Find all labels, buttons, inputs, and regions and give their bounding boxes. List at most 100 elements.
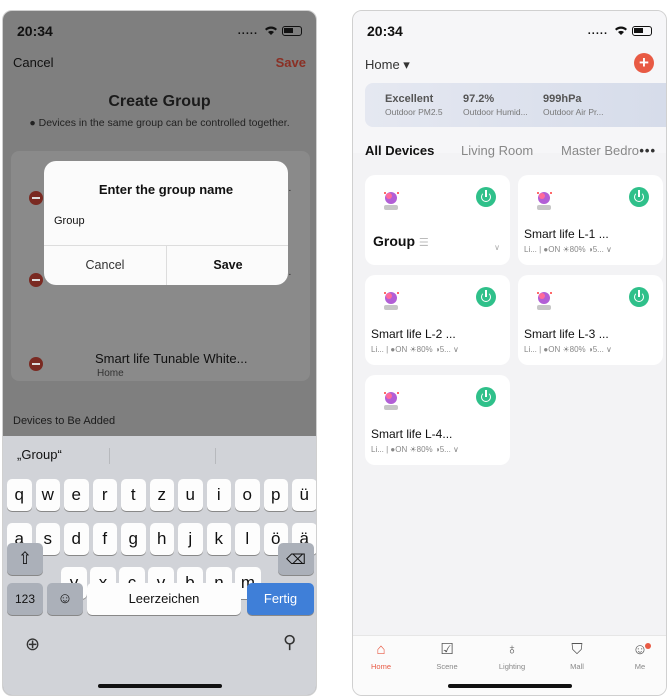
remove-device-button[interactable]	[29, 273, 43, 287]
device-status: Li... | ●ON ☀80% ◑5... ∨	[371, 445, 459, 454]
chevron-down-icon[interactable]: ∨	[494, 243, 500, 252]
info-label: Devices in the same group can be control…	[38, 117, 290, 129]
emoji-key[interactable]: ☺	[47, 583, 83, 615]
status-time: 20:34	[17, 23, 53, 39]
weather-label: Outdoor Air Pr...	[543, 107, 604, 117]
nav-me[interactable]: ☺ Me	[618, 640, 662, 671]
power-button[interactable]	[629, 287, 649, 307]
group-name-dialog: Enter the group name Group Cancel Save	[44, 161, 288, 285]
globe-icon[interactable]: ⊕	[25, 634, 40, 655]
tab-living-room[interactable]: Living Room	[461, 143, 533, 158]
device-name: Smart life L-1 ...	[524, 227, 609, 241]
nav-scene[interactable]: ☑ Scene	[425, 640, 469, 671]
divider	[109, 448, 110, 464]
key-u[interactable]: u	[178, 479, 203, 511]
tab-all-devices[interactable]: All Devices	[365, 143, 434, 158]
key-w[interactable]: w	[35, 479, 60, 511]
nav-label: Me	[634, 662, 646, 671]
bulb-icon	[537, 192, 552, 210]
save-button[interactable]: Save	[276, 55, 306, 79]
device-card[interactable]: Smart life L-3 ... Li... | ●ON ☀80% ◑5..…	[518, 275, 663, 365]
weather-item: 97.2% Outdoor Humid...	[463, 93, 528, 117]
weather-label: Outdoor Humid...	[463, 107, 528, 117]
weather-label: Outdoor PM2.5	[385, 107, 443, 117]
scene-icon: ☑	[440, 641, 454, 658]
weather-bar: Excellent Outdoor PM2.5 97.2% Outdoor Hu…	[365, 83, 666, 127]
suggestion-item[interactable]: „Group“	[17, 436, 62, 474]
key-i[interactable]: i	[206, 479, 231, 511]
power-button[interactable]	[629, 187, 649, 207]
backspace-key[interactable]: ⌫	[278, 543, 314, 575]
weather-value: Excellent	[385, 93, 434, 105]
key-g[interactable]: g	[121, 523, 146, 555]
device-status: Li... | ●ON ☀80% ◑5... ∨	[524, 245, 612, 254]
add-device-button[interactable]: +	[634, 53, 654, 73]
remove-device-button[interactable]	[29, 191, 43, 205]
home-icon: ⌂	[376, 641, 386, 658]
cellular-signal-icon: .....	[587, 25, 608, 37]
more-tabs-button[interactable]: •••	[639, 143, 656, 158]
status-bar: 20:34 .....	[3, 11, 316, 51]
cancel-button[interactable]: Cancel	[13, 55, 53, 79]
key-o[interactable]: o	[235, 479, 260, 511]
key-z[interactable]: z	[149, 479, 174, 511]
device-card[interactable]: Smart life L-2 ... Li... | ●ON ☀80% ◑5..…	[365, 275, 510, 365]
nav-lighting[interactable]: ♁ Lighting	[490, 640, 534, 671]
battery-icon	[632, 26, 652, 36]
key-d[interactable]: d	[64, 523, 89, 555]
numbers-key[interactable]: 123	[7, 583, 43, 615]
group-name: Group ☰	[373, 233, 429, 249]
group-name-input[interactable]: Group	[54, 211, 278, 231]
key-p[interactable]: p	[263, 479, 288, 511]
group-card[interactable]: Group ☰ ∨	[365, 175, 510, 265]
wifi-icon	[615, 26, 627, 35]
key-t[interactable]: t	[121, 479, 146, 511]
key-k[interactable]: k	[206, 523, 231, 555]
key-h[interactable]: h	[149, 523, 174, 555]
page-title: Create Group	[108, 93, 211, 110]
key-e[interactable]: e	[64, 479, 89, 511]
device-card[interactable]: Smart life L-1 ... Li... | ●ON ☀80% ◑5..…	[518, 175, 663, 265]
done-key[interactable]: Fertig	[247, 583, 314, 615]
bulb-icon	[384, 192, 399, 210]
device-card[interactable]: Smart life L-4... Li... | ●ON ☀80% ◑5...…	[365, 375, 510, 465]
device-name: Smart life Tunable White...	[95, 351, 248, 366]
shift-key[interactable]: ⇧	[7, 543, 43, 575]
weather-value: 999hPa	[543, 93, 582, 105]
device-name: Smart life L-2 ...	[371, 327, 456, 341]
remove-device-button[interactable]	[29, 357, 43, 371]
status-bar: 20:34 .....	[353, 11, 666, 51]
create-group-screen: 20:34 ..... Cancel Save Create Group ● D…	[2, 10, 317, 696]
power-button[interactable]	[476, 387, 496, 407]
home-selector[interactable]: Home ▾	[365, 57, 410, 73]
nav-mall[interactable]: ⛉ Mall	[555, 640, 599, 671]
key-j[interactable]: j	[178, 523, 203, 555]
power-button[interactable]	[476, 287, 496, 307]
info-text: ● Devices in the same group can be contr…	[3, 117, 316, 129]
key-f[interactable]: f	[92, 523, 117, 555]
device-status: Li... | ●ON ☀80% ◑5... ∨	[371, 345, 459, 354]
status-time: 20:34	[367, 23, 403, 39]
room-tabs: All Devices Living Room Master Bedro •••	[365, 143, 656, 163]
home-indicator	[97, 684, 222, 688]
tab-master-bedroom[interactable]: Master Bedro	[561, 143, 643, 158]
power-button[interactable]	[476, 187, 496, 207]
devices-to-be-added-label: Devices to Be Added	[13, 415, 116, 427]
info-icon: ●	[29, 117, 39, 129]
key-l[interactable]: l	[235, 523, 260, 555]
bulb-icon	[384, 292, 399, 310]
microphone-icon[interactable]: ⚲	[283, 632, 296, 653]
key-ü[interactable]: ü	[292, 479, 316, 511]
lighting-icon: ♁	[506, 641, 518, 658]
key-q[interactable]: q	[7, 479, 32, 511]
dialog-cancel-button[interactable]: Cancel	[44, 245, 166, 285]
key-r[interactable]: r	[92, 479, 117, 511]
nav-label: Lighting	[498, 662, 526, 671]
nav-home[interactable]: ⌂ Home	[359, 640, 403, 671]
device-name: Smart life L-3 ...	[524, 327, 609, 341]
dialog-save-button[interactable]: Save	[167, 245, 289, 285]
device-room: Home	[97, 368, 124, 379]
space-key[interactable]: Leerzeichen	[87, 583, 241, 615]
bulb-icon	[384, 392, 399, 410]
nav-label: Mall	[570, 662, 584, 671]
